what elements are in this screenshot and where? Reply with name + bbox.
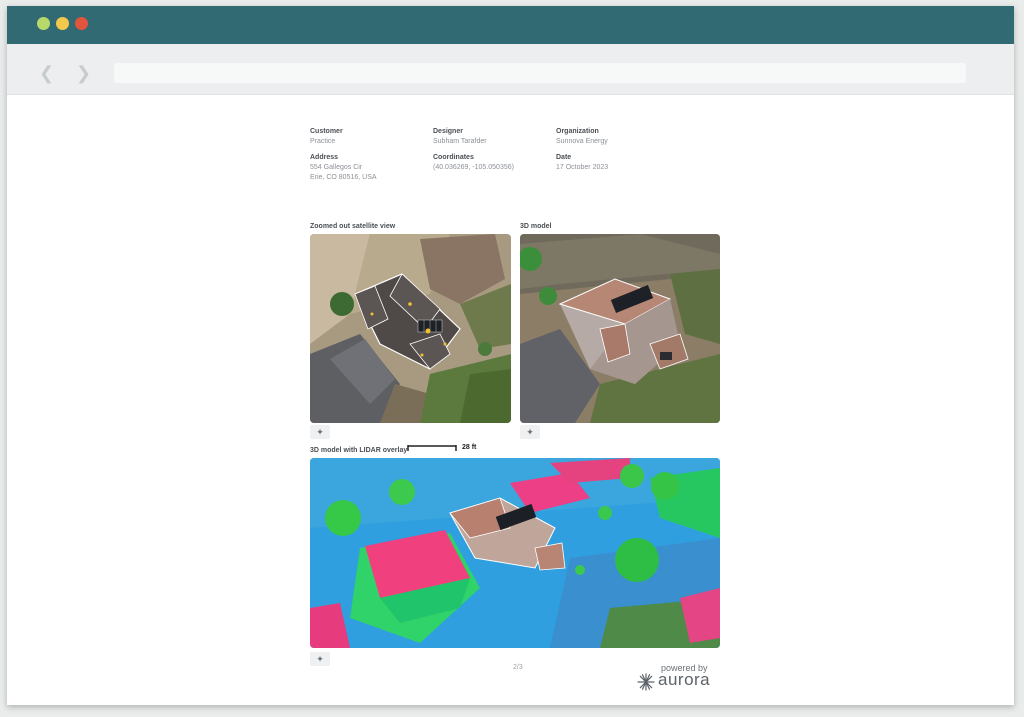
page-number: 2/3 (513, 664, 523, 671)
satellite-view-title: Zoomed out satellite view (310, 223, 396, 230)
aurora-brand: aurora (658, 670, 711, 689)
center-view-button-model[interactable]: ✦ (520, 425, 540, 439)
aurora-logo (636, 672, 656, 697)
address-field: Address 554 Gallegos Cir Erie, CO 80516,… (310, 153, 377, 183)
model-scene (520, 234, 720, 423)
date-label: Date (556, 154, 572, 161)
organization-value: Sunnova Energy (556, 138, 608, 145)
scale-bar-graphic (407, 445, 457, 451)
designer-label: Designer (433, 128, 463, 135)
customer-field: Customer Practice (310, 127, 343, 147)
forward-icon[interactable]: ❯ (76, 64, 91, 82)
model-view-title: 3D model (520, 223, 552, 230)
aurora-burst-icon (637, 673, 655, 691)
center-view-button-lidar[interactable]: ✦ (310, 652, 330, 666)
date-field: Date 17 October 2023 (556, 153, 608, 173)
address-label: Address (310, 154, 339, 161)
satellite-scene (310, 234, 511, 423)
organization-field: Organization Sunnova Energy (556, 127, 608, 147)
maximize-dot[interactable] (56, 17, 69, 30)
lidar-scene (310, 458, 720, 648)
scale-label: 28 ft (462, 444, 477, 451)
center-view-button-satellite[interactable]: ✦ (310, 425, 330, 439)
crosshair-icon: ✦ (526, 427, 534, 437)
minimize-dot[interactable] (37, 17, 50, 30)
back-icon[interactable]: ❮ (39, 64, 54, 82)
date-value: 17 October 2023 (556, 164, 609, 171)
model-view-image[interactable] (520, 234, 720, 423)
designer-field: Designer Subham Tarafder (433, 127, 487, 147)
address-bar[interactable] (114, 63, 966, 83)
nav-bar: ❮ ❯ (7, 44, 1014, 95)
customer-label: Customer (310, 128, 343, 135)
designer-value: Subham Tarafder (433, 138, 487, 145)
close-dot[interactable] (75, 17, 88, 30)
coordinates-value: (40.036269, -105.050356) (433, 164, 514, 171)
title-bar (7, 6, 1014, 44)
address-line2: Erie, CO 80516, USA (310, 174, 377, 181)
address-line1: 554 Gallegos Cir (310, 164, 363, 171)
organization-label: Organization (556, 128, 599, 135)
coordinates-label: Coordinates (433, 154, 474, 161)
lidar-view-title: 3D model with LIDAR overlay (310, 447, 408, 454)
crosshair-icon: ✦ (316, 654, 324, 664)
crosshair-icon: ✦ (316, 427, 324, 437)
coordinates-field: Coordinates (40.036269, -105.050356) (433, 153, 514, 173)
customer-value: Practice (310, 138, 336, 145)
lidar-view-image[interactable] (310, 458, 720, 648)
satellite-view-image[interactable] (310, 234, 511, 423)
